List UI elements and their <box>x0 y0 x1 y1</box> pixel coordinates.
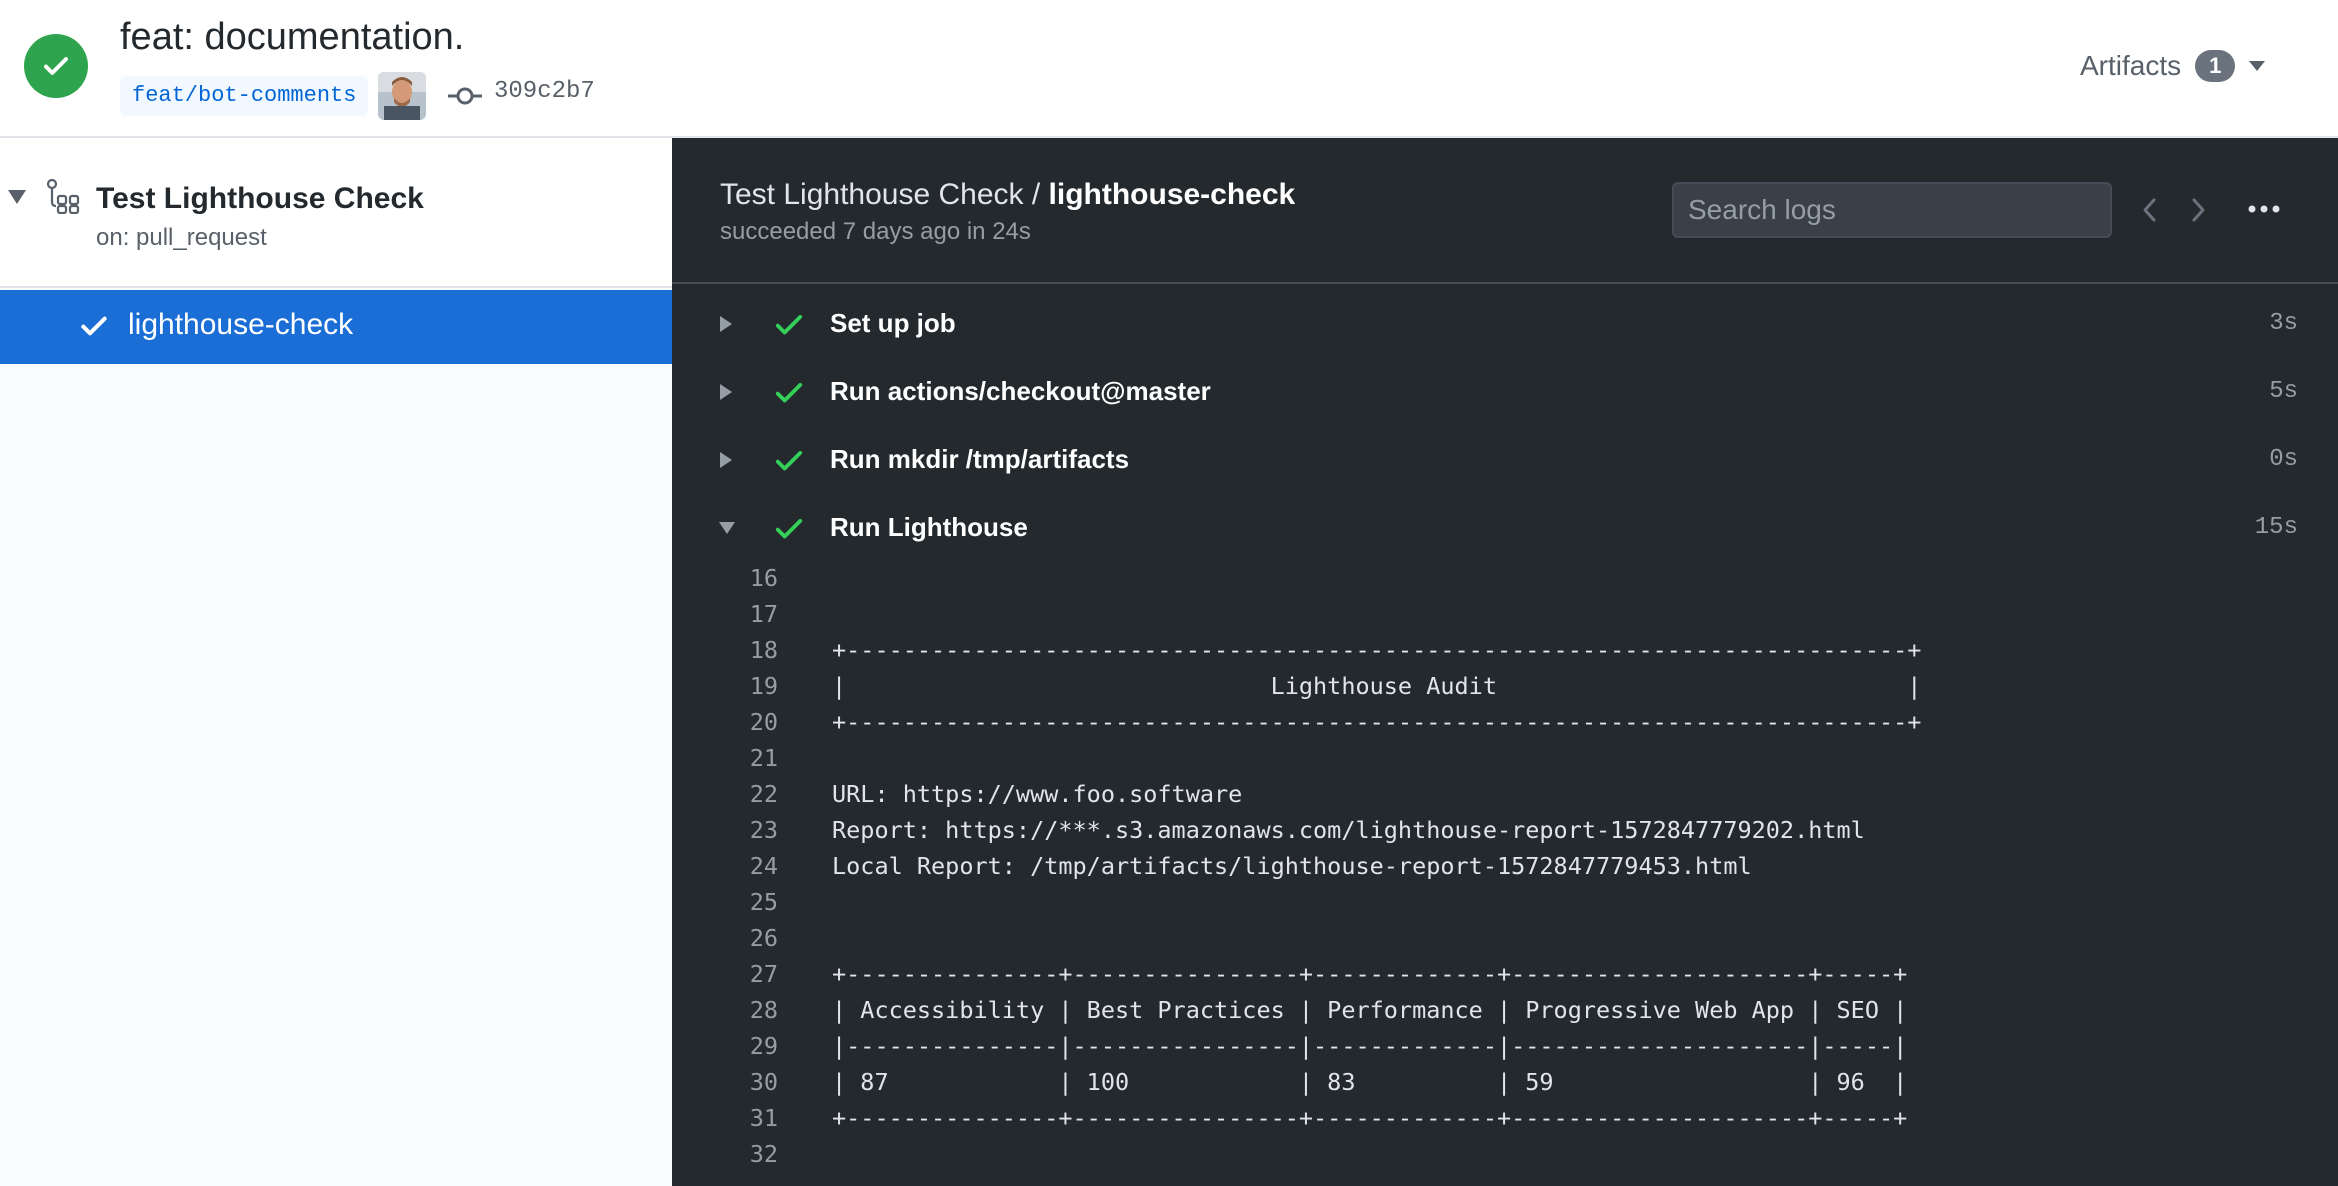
log-line[interactable]: 31 +---------------+----------------+----… <box>672 1100 2338 1136</box>
chevron-right-icon[interactable] <box>2184 192 2212 228</box>
step-run-checkout[interactable]: Run actions/checkout@master 5s <box>672 360 2338 428</box>
line-number[interactable]: 28 <box>720 992 778 1028</box>
step-name: Run actions/checkout@master <box>830 376 1211 406</box>
log-line[interactable]: 30 | 87 | 100 | 83 | 59 | 96 | <box>672 1064 2338 1100</box>
branch-label[interactable]: feat/bot-comments <box>120 76 369 116</box>
log-line[interactable]: 18 +-------------------------------------… <box>672 632 2338 668</box>
step-name: Set up job <box>830 308 956 338</box>
log-line[interactable]: 21 <box>672 740 2338 776</box>
log-line[interactable]: 17 <box>672 596 2338 632</box>
line-text: URL: https://www.foo.software <box>832 780 1243 808</box>
git-commit-icon <box>448 87 482 105</box>
success-status-icon <box>24 34 88 98</box>
line-text: | Lighthouse Audit | <box>832 672 1922 700</box>
check-icon <box>81 316 107 336</box>
line-number[interactable]: 20 <box>720 704 778 740</box>
step-duration: 0s <box>2269 446 2298 473</box>
line-text: Local Report: /tmp/artifacts/lighthouse-… <box>832 852 1752 880</box>
line-number[interactable]: 21 <box>720 740 778 776</box>
job-label: lighthouse-check <box>128 308 354 341</box>
sidebar-item-lighthouse-check[interactable]: lighthouse-check <box>0 290 672 364</box>
log-header: Test Lighthouse Check / lighthouse-check… <box>672 138 2338 284</box>
line-number[interactable]: 32 <box>720 1136 778 1172</box>
collapse-triangle-icon[interactable] <box>8 190 26 206</box>
check-icon <box>775 315 803 335</box>
line-number[interactable]: 22 <box>720 776 778 812</box>
job-title: Test Lighthouse Check / lighthouse-check <box>720 178 1295 212</box>
log-line[interactable]: 19 | Lighthouse Audit | <box>672 668 2338 704</box>
log-line[interactable]: 29 |---------------|----------------|----… <box>672 1028 2338 1064</box>
run-header: feat: documentation. feat/bot-comments 3… <box>0 0 2338 138</box>
log-line[interactable]: 23 Report: https://***.s3.amazonaws.com/l… <box>672 812 2338 848</box>
line-text: +---------------------------------------… <box>832 636 1922 664</box>
line-number[interactable]: 27 <box>720 956 778 992</box>
artifacts-dropdown[interactable]: Artifacts 1 <box>2080 50 2266 82</box>
step-duration: 5s <box>2269 378 2298 405</box>
search-logs-input[interactable] <box>1672 182 2112 238</box>
workflow-name: Test Lighthouse Check <box>96 182 424 215</box>
line-number[interactable]: 19 <box>720 668 778 704</box>
log-output: 16 17 18 +-------------------------------… <box>672 560 2338 1172</box>
line-text: | 87 | 100 | 83 | 59 | 96 | <box>832 1068 1908 1096</box>
line-number[interactable]: 30 <box>720 1064 778 1100</box>
line-text: Report: https://***.s3.amazonaws.com/lig… <box>832 816 1865 844</box>
collapse-triangle-icon <box>719 522 735 534</box>
job-status-summary: succeeded 7 days ago in 24s <box>720 218 1031 245</box>
chevron-left-icon[interactable] <box>2136 192 2164 228</box>
log-line[interactable]: 26 <box>672 920 2338 956</box>
log-line[interactable]: 28 | Accessibility | Best Practices | Per… <box>672 992 2338 1028</box>
line-text: | Accessibility | Best Practices | Perfo… <box>832 996 1908 1024</box>
workflow-icon <box>46 178 80 214</box>
line-number[interactable]: 17 <box>720 596 778 632</box>
check-icon <box>775 383 803 403</box>
step-run-mkdir[interactable]: Run mkdir /tmp/artifacts 0s <box>672 428 2338 496</box>
line-number[interactable]: 26 <box>720 920 778 956</box>
commit-sha[interactable]: 309c2b7 <box>494 78 595 105</box>
chevron-down-icon <box>2249 61 2266 71</box>
log-line[interactable]: 20 +-------------------------------------… <box>672 704 2338 740</box>
expand-triangle-icon <box>720 316 732 332</box>
line-text: |---------------|----------------|------… <box>832 1032 1908 1060</box>
artifacts-count-badge: 1 <box>2195 50 2236 82</box>
workflow-sidebar: Test Lighthouse Check on: pull_request l… <box>0 138 672 1186</box>
line-text: +---------------+----------------+------… <box>832 960 1908 988</box>
log-line[interactable]: 24 Local Report: /tmp/artifacts/lighthous… <box>672 848 2338 884</box>
line-number[interactable]: 25 <box>720 884 778 920</box>
line-number[interactable]: 16 <box>720 560 778 596</box>
line-text: +---------------+----------------+------… <box>832 1104 1908 1132</box>
log-panel: Test Lighthouse Check / lighthouse-check… <box>672 138 2338 1186</box>
step-run-lighthouse[interactable]: Run Lighthouse 15s <box>672 496 2338 564</box>
check-icon <box>775 451 803 471</box>
workflow-trigger: on: pull_request <box>96 224 267 251</box>
step-name: Run Lighthouse <box>830 512 1028 542</box>
log-line[interactable]: 32 <box>672 1136 2338 1172</box>
log-line[interactable]: 16 <box>672 560 2338 596</box>
workflow-item[interactable]: Test Lighthouse Check on: pull_request <box>0 138 672 288</box>
step-duration: 3s <box>2269 310 2298 337</box>
log-line[interactable]: 27 +---------------+----------------+----… <box>672 956 2338 992</box>
line-number[interactable]: 23 <box>720 812 778 848</box>
line-text: +---------------------------------------… <box>832 708 1922 736</box>
line-number[interactable]: 24 <box>720 848 778 884</box>
job-title-name: lighthouse-check <box>1048 178 1296 211</box>
run-title: feat: documentation. <box>120 16 465 58</box>
step-name: Run mkdir /tmp/artifacts <box>830 444 1130 474</box>
avatar[interactable] <box>378 72 426 120</box>
more-options-icon[interactable] <box>2244 194 2284 224</box>
line-number[interactable]: 18 <box>720 632 778 668</box>
line-number[interactable]: 29 <box>720 1028 778 1064</box>
line-number[interactable]: 31 <box>720 1100 778 1136</box>
log-line[interactable]: 25 <box>672 884 2338 920</box>
step-duration: 15s <box>2254 514 2298 541</box>
job-title-workflow: Test Lighthouse Check / <box>720 178 1049 211</box>
artifacts-label: Artifacts <box>2080 50 2182 81</box>
check-icon <box>775 519 803 539</box>
log-line[interactable]: 22 URL: https://www.foo.software <box>672 776 2338 812</box>
expand-triangle-icon <box>720 452 732 468</box>
expand-triangle-icon <box>720 384 732 400</box>
step-set-up-job[interactable]: Set up job 3s <box>672 292 2338 360</box>
